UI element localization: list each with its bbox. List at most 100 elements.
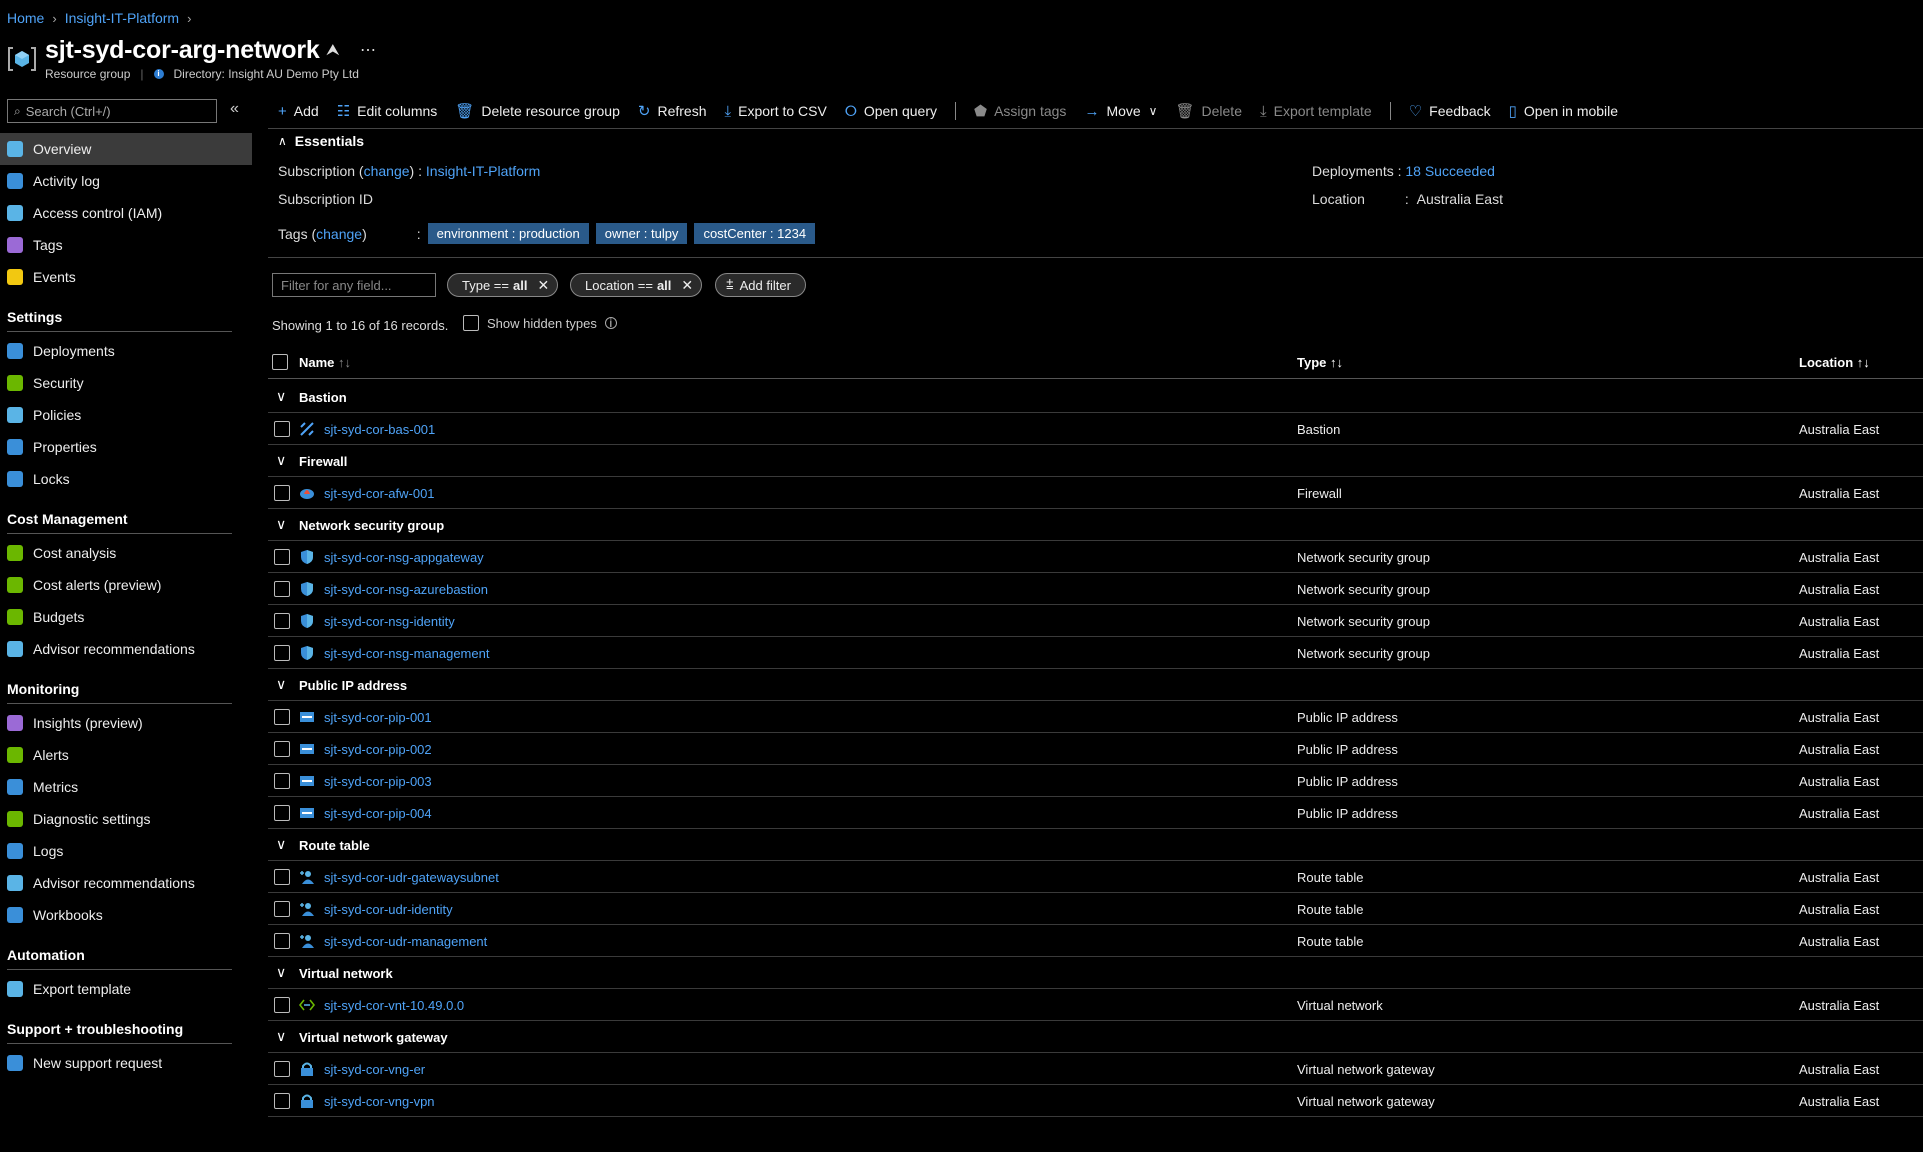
delete-resource-group-button[interactable]: 🗑 Delete resource group [455, 102, 620, 120]
type-filter-pill[interactable]: Type == all ✕ [447, 273, 559, 297]
row-checkbox[interactable] [274, 1093, 290, 1109]
table-row[interactable]: sjt-syd-cor-pip-001 Public IP address Aust… [268, 701, 1923, 733]
sidebar-item-cost-alerts-preview[interactable]: Cost alerts (preview) [0, 569, 252, 601]
column-location[interactable]: Location ↑↓ [1799, 355, 1870, 370]
resource-name-link[interactable]: sjt-syd-cor-pip-001 [324, 710, 432, 725]
table-row[interactable]: sjt-syd-cor-udr-identity Route table Austr… [268, 893, 1923, 925]
sidebar-item-events[interactable]: Events [0, 261, 252, 293]
assign-tags-button[interactable]: ⬟ Assign tags [974, 102, 1066, 120]
resource-name-link[interactable]: sjt-syd-cor-vng-er [324, 1062, 425, 1077]
sidebar-item-alerts[interactable]: Alerts [0, 739, 252, 771]
table-row[interactable]: sjt-syd-cor-udr-management Route table Aus… [268, 925, 1923, 957]
feedback-button[interactable]: ♡ Feedback [1409, 102, 1491, 120]
group-row[interactable]: ∨ Bastion [268, 381, 1923, 413]
table-row[interactable]: sjt-syd-cor-vnt-10.49.0.0 Virtual network… [268, 989, 1923, 1021]
resource-name-link[interactable]: sjt-syd-cor-pip-004 [324, 806, 432, 821]
open-query-button[interactable]: ⭘ Open query [845, 103, 937, 120]
chevron-down-icon[interactable]: ∨ [276, 516, 286, 533]
table-row[interactable]: sjt-syd-cor-vng-er Virtual network gatewa… [268, 1053, 1923, 1085]
add-filter-button[interactable]: ⩲ Add filter [715, 273, 806, 297]
change-subscription-link[interactable]: change [364, 163, 410, 179]
resource-name-link[interactable]: sjt-syd-cor-udr-gatewaysubnet [324, 870, 499, 885]
sidebar-item-tags[interactable]: Tags [0, 229, 252, 261]
chevron-down-icon[interactable]: ∨ [276, 836, 286, 853]
delete-button[interactable]: 🗑 Delete [1175, 102, 1242, 120]
sidebar-item-workbooks[interactable]: Workbooks [0, 899, 252, 931]
row-checkbox[interactable] [274, 613, 290, 629]
resource-name-link[interactable]: sjt-syd-cor-nsg-azurebastion [324, 582, 488, 597]
group-row[interactable]: ∨ Virtual network gateway [268, 1021, 1923, 1053]
resource-name-link[interactable]: sjt-syd-cor-nsg-identity [324, 614, 455, 629]
table-row[interactable]: sjt-syd-cor-bas-001 Bastion Australia East [268, 413, 1923, 445]
sidebar-item-activity-log[interactable]: Activity log [0, 165, 252, 197]
add-button[interactable]: + Add [278, 103, 319, 120]
filter-input[interactable]: Filter for any field... [272, 273, 436, 297]
tag-pill[interactable]: environment : production [427, 223, 589, 244]
sidebar-item-security[interactable]: Security [0, 367, 252, 399]
group-row[interactable]: ∨ Virtual network [268, 957, 1923, 989]
sidebar-item-deployments[interactable]: Deployments [0, 335, 252, 367]
select-all-checkbox[interactable] [272, 354, 288, 370]
change-tags-link[interactable]: change [316, 226, 362, 242]
row-checkbox[interactable] [274, 709, 290, 725]
chevron-down-icon[interactable]: ∨ [276, 676, 286, 693]
table-row[interactable]: sjt-syd-cor-nsg-appgateway Network securi… [268, 541, 1923, 573]
resource-name-link[interactable]: sjt-syd-cor-vng-vpn [324, 1094, 435, 1109]
chevron-down-icon[interactable]: ∨ [276, 1028, 286, 1045]
sidebar-item-cost-analysis[interactable]: Cost analysis [0, 537, 252, 569]
chevron-down-icon[interactable]: ∨ [276, 388, 286, 405]
subscription-link[interactable]: Insight-IT-Platform [426, 163, 540, 179]
close-icon[interactable]: ✕ [537, 277, 549, 294]
resource-name-link[interactable]: sjt-syd-cor-nsg-management [324, 646, 489, 661]
resource-name-link[interactable]: sjt-syd-cor-vnt-10.49.0.0 [324, 998, 464, 1013]
sidebar-item-logs[interactable]: Logs [0, 835, 252, 867]
resource-name-link[interactable]: sjt-syd-cor-pip-002 [324, 742, 432, 757]
tag-pill[interactable]: owner : tulpy [595, 223, 688, 244]
essentials-toggle[interactable]: ∧ Essentials [278, 133, 364, 149]
edit-columns-button[interactable]: ☷ Edit columns [337, 102, 438, 120]
breadcrumb-home[interactable]: Home [7, 10, 44, 26]
group-row[interactable]: ∨ Network security group [268, 509, 1923, 541]
resource-name-link[interactable]: sjt-syd-cor-nsg-appgateway [324, 550, 484, 565]
table-row[interactable]: sjt-syd-cor-afw-001 Firewall Australia Eas… [268, 477, 1923, 509]
group-row[interactable]: ∨ Route table [268, 829, 1923, 861]
sidebar-item-advisor-recommendations[interactable]: Advisor recommendations [0, 633, 252, 665]
resource-name-link[interactable]: sjt-syd-cor-udr-identity [324, 902, 453, 917]
row-checkbox[interactable] [274, 869, 290, 885]
sidebar-item-overview[interactable]: Overview [0, 133, 252, 165]
resource-name-link[interactable]: sjt-syd-cor-afw-001 [324, 486, 435, 501]
sidebar-item-locks[interactable]: Locks [0, 463, 252, 495]
open-in-mobile-button[interactable]: ▯ Open in mobile [1509, 102, 1618, 120]
table-row[interactable]: sjt-syd-cor-pip-003 Public IP address Aust… [268, 765, 1923, 797]
table-row[interactable]: sjt-syd-cor-pip-004 Public IP address Aust… [268, 797, 1923, 829]
table-row[interactable]: sjt-syd-cor-nsg-identity Network security… [268, 605, 1923, 637]
resource-name-link[interactable]: sjt-syd-cor-pip-003 [324, 774, 432, 789]
more-options-icon[interactable]: ⋯ [360, 40, 377, 60]
row-checkbox[interactable] [274, 581, 290, 597]
row-checkbox[interactable] [274, 485, 290, 501]
table-row[interactable]: sjt-syd-cor-nsg-management Network securi… [268, 637, 1923, 669]
table-row[interactable]: sjt-syd-cor-vng-vpn Virtual network gatew… [268, 1085, 1923, 1117]
sidebar-item-advisor-recommendations[interactable]: Advisor recommendations [0, 867, 252, 899]
column-type[interactable]: Type ↑↓ [1297, 355, 1343, 370]
sidebar-item-new-support-request[interactable]: New support request [0, 1047, 252, 1079]
breadcrumb-parent[interactable]: Insight-IT-Platform [65, 10, 179, 26]
sidebar-item-metrics[interactable]: Metrics [0, 771, 252, 803]
table-row[interactable]: sjt-syd-cor-pip-002 Public IP address Aust… [268, 733, 1923, 765]
row-checkbox[interactable] [274, 901, 290, 917]
row-checkbox[interactable] [274, 645, 290, 661]
sidebar-item-insights-preview[interactable]: Insights (preview) [0, 707, 252, 739]
deployments-link[interactable]: 18 Succeeded [1405, 163, 1495, 179]
chevron-down-icon[interactable]: ∨ [276, 452, 286, 469]
sidebar-item-properties[interactable]: Properties [0, 431, 252, 463]
chevron-down-icon[interactable]: ∨ [276, 964, 286, 981]
row-checkbox[interactable] [274, 805, 290, 821]
table-row[interactable]: sjt-syd-cor-nsg-azurebastion Network secu… [268, 573, 1923, 605]
row-checkbox[interactable] [274, 997, 290, 1013]
pin-icon[interactable]: ⮝ [326, 42, 340, 60]
table-row[interactable]: sjt-syd-cor-udr-gatewaysubnet Route table… [268, 861, 1923, 893]
group-row[interactable]: ∨ Firewall [268, 445, 1923, 477]
row-checkbox[interactable] [274, 1061, 290, 1077]
column-name[interactable]: Name ↑↓ [299, 355, 351, 370]
search-input[interactable]: ⌕ Search (Ctrl+/) [7, 99, 217, 123]
